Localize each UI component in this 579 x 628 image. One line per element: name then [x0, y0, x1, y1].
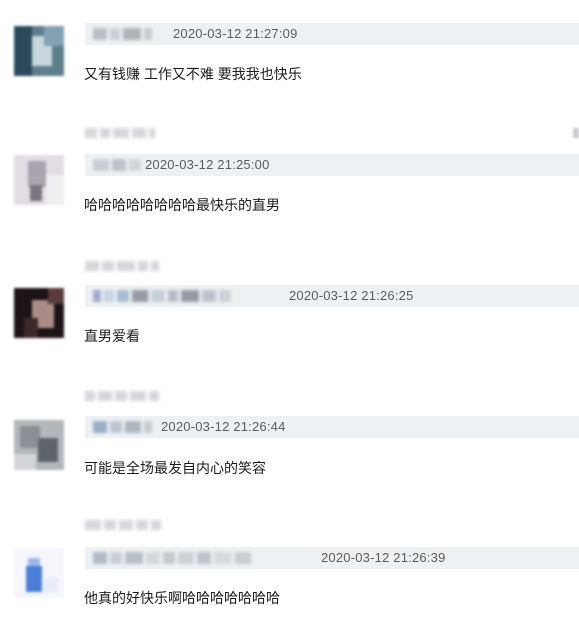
comment-timestamp: 2020-03-12 21:26:25 — [289, 288, 414, 303]
comment-item: 2020-03-12 21:25:00 哈哈哈哈哈哈哈哈最快乐的直男 — [0, 125, 579, 235]
comment-item: 2020-03-12 21:26:44 可能是全场最发自内心的笑容 — [0, 388, 579, 498]
comment-header: 2020-03-12 21:27:09 — [85, 23, 579, 45]
comment-text: 直男爱看 — [84, 328, 140, 344]
username[interactable] — [93, 159, 141, 171]
comment-timestamp: 2020-03-12 21:27:09 — [173, 26, 298, 41]
username[interactable] — [93, 290, 231, 302]
comment-item: 2020-03-12 21:26:39 他真的好快乐啊哈哈哈哈哈哈哈 — [0, 518, 579, 628]
avatar[interactable] — [14, 26, 64, 76]
comment-text: 又有钱赚 工作又不难 要我我也快乐 — [84, 66, 302, 82]
comment-header: 2020-03-12 21:25:00 — [85, 154, 579, 176]
comment-text: 哈哈哈哈哈哈哈哈最快乐的直男 — [84, 197, 280, 213]
comment-item: 2020-03-12 21:26:25 直男爱看 — [0, 256, 579, 366]
comment-text: 可能是全场最发自内心的笑容 — [84, 460, 266, 476]
comment-item: 2020-03-12 21:27:09 又有钱赚 工作又不难 要我我也快乐 — [0, 0, 579, 110]
comment-header: 2020-03-12 21:26:44 — [85, 416, 579, 438]
blurred-text — [85, 128, 155, 140]
blurred-text — [85, 261, 159, 273]
avatar[interactable] — [14, 288, 64, 338]
username[interactable] — [93, 421, 152, 433]
comment-text: 他真的好快乐啊哈哈哈哈哈哈哈 — [84, 590, 280, 606]
blurred-text — [85, 391, 159, 403]
blurred-edge-mark — [573, 128, 579, 138]
blurred-text — [85, 520, 161, 532]
comment-timestamp: 2020-03-12 21:25:00 — [145, 157, 270, 172]
comment-header: 2020-03-12 21:26:39 — [85, 547, 579, 569]
comment-header: 2020-03-12 21:26:25 — [85, 285, 579, 307]
comment-timestamp: 2020-03-12 21:26:39 — [321, 550, 446, 565]
avatar[interactable] — [14, 548, 64, 598]
username[interactable] — [93, 28, 152, 40]
avatar[interactable] — [14, 155, 64, 205]
comment-timestamp: 2020-03-12 21:26:44 — [161, 419, 286, 434]
username[interactable] — [93, 552, 251, 564]
avatar[interactable] — [14, 420, 64, 470]
